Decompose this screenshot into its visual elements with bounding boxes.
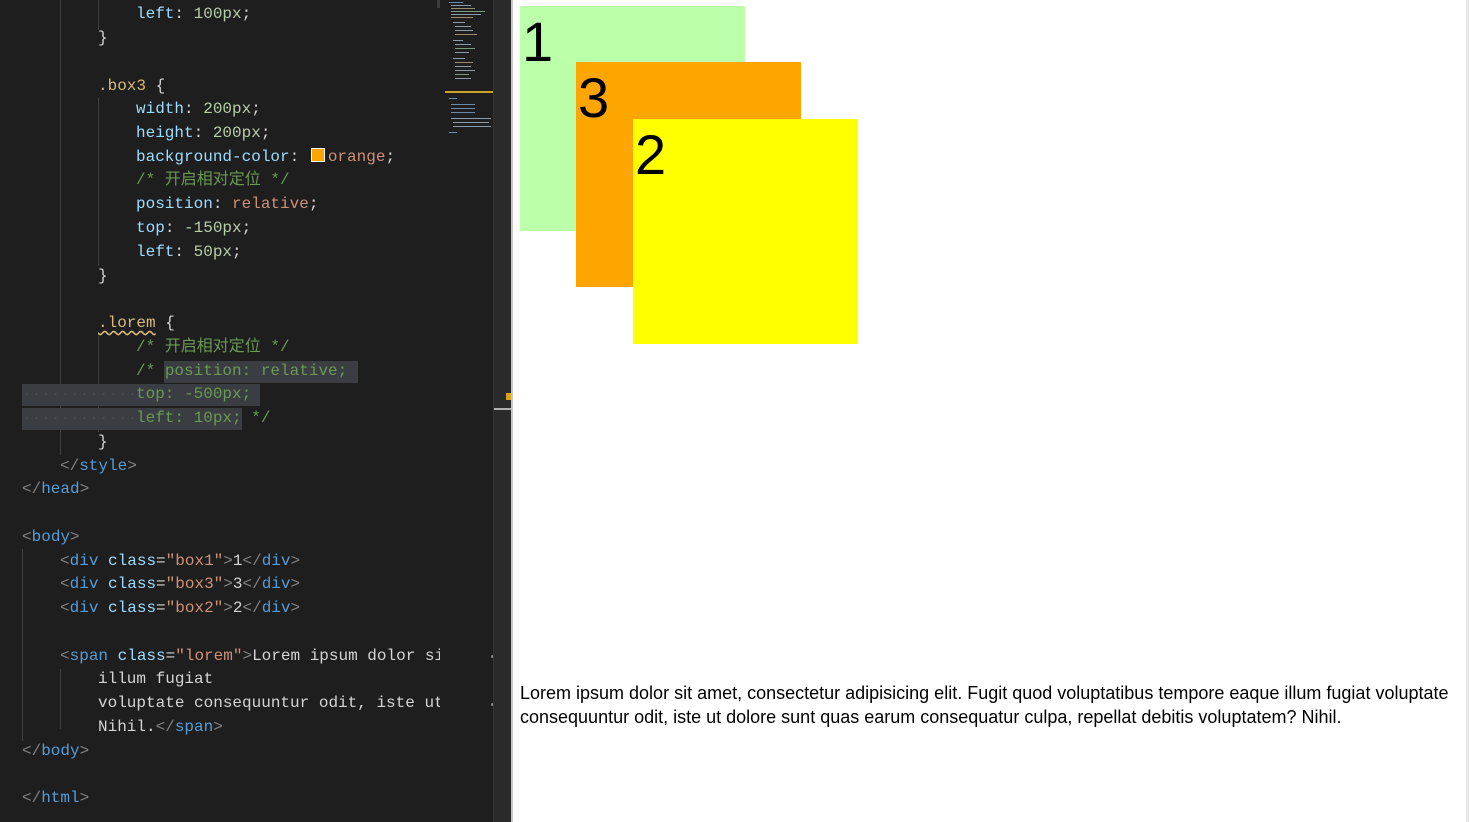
code-editor[interactable]: left: 100px; } .box3 { width: 200px; hei… <box>0 0 493 822</box>
code-line: width: 200px; <box>136 100 261 118</box>
editor-scroll-thumb[interactable] <box>437 0 440 8</box>
code-line: left: 50px; <box>136 243 242 261</box>
indent-guide <box>22 549 23 741</box>
code-line: /* 开启相对定位 */ <box>136 338 290 356</box>
code-line: </body> <box>22 742 90 760</box>
code-line: </head> <box>22 480 90 498</box>
code-line: background-color: orange; <box>136 148 396 166</box>
code-line: height: 200px; <box>136 124 271 142</box>
indent-guide <box>60 669 61 729</box>
code-line: } <box>98 29 108 47</box>
code-line: voluptate consequuntur odit, iste ut <box>98 694 440 712</box>
code-line: position: relative; <box>136 195 319 213</box>
code-line: /* position: relative; <box>136 362 348 380</box>
code-line: .lorem { <box>98 314 175 332</box>
code-line: top: -150px; <box>136 219 252 237</box>
code-line: } <box>98 267 108 285</box>
cursor-marker <box>494 408 512 410</box>
box2: 2 <box>633 119 858 344</box>
code-line: <div class="box1">1</div> <box>60 552 301 570</box>
code-line: } <box>98 433 108 451</box>
code-line: illum fugiat <box>98 670 214 688</box>
minimap[interactable] <box>445 0 493 140</box>
code-line: </style> <box>60 457 137 475</box>
code-line: <body> <box>22 528 80 546</box>
lorem-paragraph: Lorem ipsum dolor sit amet, consectetur … <box>520 683 1449 727</box>
box1-label: 1 <box>522 10 554 73</box>
whitespace-dots: ············ <box>22 409 138 427</box>
code-line: </html> <box>22 789 90 807</box>
code-line: Nihil.</span> <box>98 718 223 736</box>
code-line: left: 100px; <box>136 5 252 23</box>
box3-label: 3 <box>578 66 610 129</box>
code-line: <span class="lorem">Lorem ipsum dolor si <box>60 647 440 665</box>
code-line: <div class="box3">3</div> <box>60 575 301 593</box>
indent-guide <box>98 98 99 266</box>
code-line: left: 10px; */ <box>136 409 271 427</box>
code-line: top: -500px; <box>136 385 252 403</box>
whitespace-dots: ············ <box>22 385 138 403</box>
box2-label: 2 <box>635 123 667 186</box>
code-line: /* 开启相对定位 */ <box>136 171 290 189</box>
code-line: <div class="box2">2</div> <box>60 599 301 617</box>
color-swatch-icon[interactable] <box>310 148 325 162</box>
code-line: .box3 { <box>98 77 166 95</box>
browser-preview: 1 3 2 Lorem ipsum dolor sit amet, consec… <box>513 0 1469 822</box>
code-area[interactable]: left: 100px; } .box3 { width: 200px; hei… <box>0 0 440 822</box>
overview-ruler[interactable] <box>493 0 512 822</box>
